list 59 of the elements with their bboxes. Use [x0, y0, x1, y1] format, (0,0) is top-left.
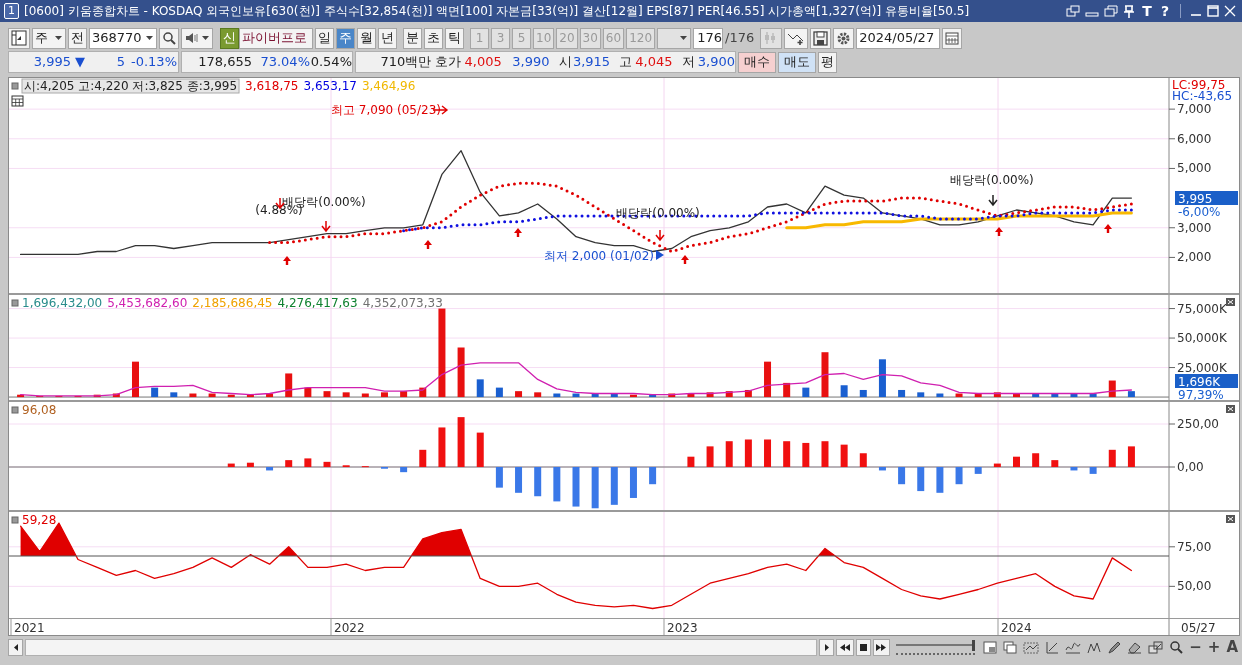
axis-label: 25,000K — [1177, 360, 1227, 375]
window-title: [0600] 키움종합차트 - KOSDAQ 외국인보유[630(천)] 주식수[32,854(천)] 액면[100] 자본금[33(억)] 결산[12월] EPS[87] PER[46.55] 시가총액[1,327(억)] 유통비율[50.5] — [24, 3, 971, 19]
low-price: 3,900 — [696, 54, 735, 70]
axis-label: 75,000K — [1177, 301, 1227, 316]
ask-price: 4,005 — [463, 54, 502, 70]
axis-label: 75,00 — [1177, 539, 1212, 554]
axis-label: 05/27 — [1181, 621, 1216, 635]
axis-label: 50,00 — [1177, 579, 1212, 594]
axis-label: 250,00 — [1177, 417, 1219, 431]
axis-label: 0,00 — [1177, 460, 1204, 474]
count-total: /176 — [725, 30, 755, 46]
legend-value: 3,653,17 — [303, 79, 357, 93]
legend-value: 5,453,682,60 — [107, 296, 188, 310]
axis-note: -6,00% — [1178, 205, 1221, 219]
axis-label: 2021 — [14, 621, 45, 635]
volume-ratio: 73.04% — [259, 54, 310, 70]
low-label: 저 — [681, 54, 695, 70]
current-value-tag: 1,696K — [1175, 374, 1238, 389]
legend-value: 3,464,96 — [361, 79, 416, 93]
axis-label: 2,000 — [1177, 250, 1212, 265]
axis-label: 2022 — [334, 621, 365, 635]
down-arrow: ▼ — [74, 54, 85, 70]
high-price: 4,045 — [634, 54, 673, 70]
chart-note: 최고 7,090 (05/23) — [331, 103, 441, 117]
ohlc-readout: 시:4,205 고:4,220 저:3,825 종:3,995 — [21, 78, 240, 94]
change-rate: -0.13% — [130, 54, 177, 70]
chart-note: 배당락(0.00%) — [616, 206, 700, 220]
current-value-tag: 3,995 — [1175, 191, 1238, 206]
legend-value: 96,08 — [22, 403, 57, 417]
change-value: 5 — [115, 54, 125, 70]
axis-label: 6,000 — [1177, 131, 1212, 146]
open-price: 3,915 — [571, 54, 611, 70]
legend-value: 3,618,75 — [245, 79, 299, 93]
legend-value: 59,28 — [22, 513, 57, 527]
axis-note: 97,39% — [1178, 388, 1224, 400]
legend-value: 1,696,432,00 — [22, 296, 103, 310]
axis-label: 3,000 — [1177, 220, 1212, 235]
volume-value: 178,655 — [197, 54, 252, 70]
bid-price: 3,990 — [511, 54, 550, 70]
chart-note: 배당락(0.00%) — [950, 173, 1034, 187]
price-value: 3,995 — [32, 54, 71, 70]
axis-label: 5,000 — [1177, 161, 1212, 176]
turnover-rate: 0.54% — [310, 54, 352, 70]
axis-label: 7,000 — [1177, 102, 1212, 117]
high-label: 고 — [619, 54, 633, 70]
trade-amount: 710백만 — [379, 54, 432, 70]
new-badge: 신 — [220, 27, 239, 49]
axis-corner-label: HC:-43,65 — [1172, 89, 1233, 103]
ask-label: 호가 — [435, 54, 462, 70]
window-number-badge: 1 — [4, 3, 19, 19]
legend-value: 4,352,073,33 — [362, 296, 443, 310]
open-label: 시 — [558, 54, 572, 70]
legend-value: 2,185,686,45 — [192, 296, 273, 310]
axis-label: 2023 — [667, 621, 698, 635]
chart-note: 최저 2,000 (01/02) — [544, 249, 654, 263]
axis-label: 2024 — [1001, 621, 1032, 635]
axis-label: 50,000K — [1177, 331, 1227, 346]
axis-corner-label: LC:99,75 — [1172, 78, 1226, 92]
legend-value: 4,276,417,63 — [277, 296, 358, 310]
